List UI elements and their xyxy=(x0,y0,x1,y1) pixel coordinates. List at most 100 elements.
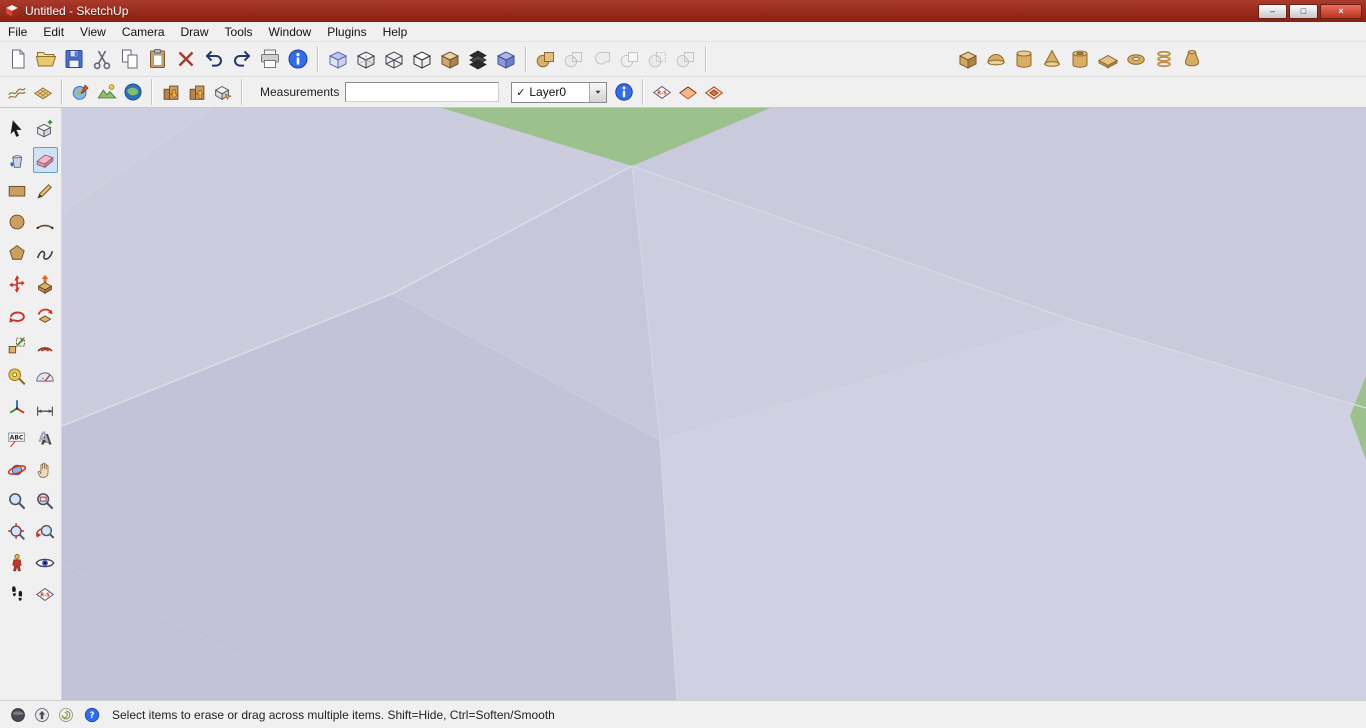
measurements-input[interactable] xyxy=(345,82,500,102)
add-location-icon[interactable] xyxy=(68,79,94,105)
layer-manager-icon[interactable] xyxy=(611,79,637,105)
menu-file[interactable]: File xyxy=(0,23,35,41)
undo-icon[interactable] xyxy=(200,45,228,73)
model-info-icon[interactable] xyxy=(284,45,312,73)
display-section-cuts-icon[interactable] xyxy=(701,79,727,105)
look-around-icon[interactable] xyxy=(33,550,59,576)
minimize-button[interactable]: – xyxy=(1258,3,1287,19)
pan-icon[interactable] xyxy=(33,457,59,483)
sandbox-from-contours-icon[interactable] xyxy=(4,79,30,105)
position-camera-icon[interactable] xyxy=(4,550,30,576)
make-component-icon[interactable] xyxy=(33,116,59,142)
shape-dome-icon[interactable] xyxy=(982,45,1010,73)
select-icon[interactable] xyxy=(4,116,30,142)
3d-text-icon[interactable]: AA xyxy=(33,426,59,452)
shape-tube-icon[interactable] xyxy=(1066,45,1094,73)
status-upload-icon[interactable] xyxy=(30,703,54,727)
trim-icon[interactable] xyxy=(644,45,672,73)
display-section-planes-icon[interactable] xyxy=(675,79,701,105)
circle-icon[interactable] xyxy=(4,209,30,235)
menu-tools[interactable]: Tools xyxy=(217,23,261,41)
section-plane-tool-icon[interactable]: R-S xyxy=(649,79,675,105)
union-icon[interactable] xyxy=(588,45,616,73)
orbit-icon[interactable] xyxy=(4,457,30,483)
model-viewport[interactable] xyxy=(62,108,1366,700)
back-edges-icon[interactable] xyxy=(352,45,380,73)
shaded-textures-icon[interactable] xyxy=(464,45,492,73)
paint-bucket-icon[interactable] xyxy=(4,147,30,173)
layer-dropdown[interactable]: ✓ Layer0 xyxy=(511,81,608,103)
sandbox-from-scratch-icon[interactable] xyxy=(30,79,56,105)
shape-pitcher-icon[interactable] xyxy=(1178,45,1206,73)
google-earth-icon[interactable] xyxy=(120,79,146,105)
shape-cylinder-icon[interactable] xyxy=(1010,45,1038,73)
shape-helix-icon[interactable] xyxy=(1150,45,1178,73)
walk-icon[interactable] xyxy=(4,581,30,607)
status-swirl-icon[interactable] xyxy=(54,703,78,727)
drawing-canvas[interactable] xyxy=(62,108,1366,700)
rotate-icon[interactable] xyxy=(4,302,30,328)
layer-dropdown-arrow-icon[interactable] xyxy=(589,82,607,102)
split-icon[interactable] xyxy=(672,45,700,73)
get-models-icon[interactable] xyxy=(158,79,184,105)
shape-prism-icon[interactable] xyxy=(1094,45,1122,73)
paste-icon[interactable] xyxy=(144,45,172,73)
redo-icon[interactable] xyxy=(228,45,256,73)
open-icon[interactable] xyxy=(32,45,60,73)
new-file-icon[interactable] xyxy=(4,45,32,73)
share-component-icon[interactable] xyxy=(210,79,236,105)
toggle-terrain-icon[interactable] xyxy=(94,79,120,105)
cut-icon[interactable] xyxy=(88,45,116,73)
menu-camera[interactable]: Camera xyxy=(114,23,173,41)
menu-plugins[interactable]: Plugins xyxy=(319,23,374,41)
dimension-icon[interactable] xyxy=(33,395,59,421)
layer-visibility-check[interactable]: ✓ xyxy=(512,86,529,99)
status-globe-icon[interactable] xyxy=(6,703,30,727)
rectangle-icon[interactable] xyxy=(4,178,30,204)
axes-icon[interactable] xyxy=(4,395,30,421)
title-bar[interactable]: Untitled - SketchUp – □ × xyxy=(0,0,1366,22)
zoom-extents-icon[interactable] xyxy=(4,519,30,545)
wireframe-icon[interactable] xyxy=(380,45,408,73)
menu-edit[interactable]: Edit xyxy=(35,23,72,41)
push-pull-icon[interactable] xyxy=(33,271,59,297)
xray-icon[interactable] xyxy=(324,45,352,73)
outer-shell-icon[interactable] xyxy=(532,45,560,73)
print-icon[interactable] xyxy=(256,45,284,73)
text-icon[interactable]: ABC xyxy=(4,426,30,452)
copy-icon[interactable] xyxy=(116,45,144,73)
close-button[interactable]: × xyxy=(1320,3,1362,19)
shape-torus-icon[interactable] xyxy=(1122,45,1150,73)
share-models-icon[interactable] xyxy=(184,79,210,105)
delete-icon[interactable] xyxy=(172,45,200,73)
follow-me-icon[interactable] xyxy=(33,302,59,328)
menu-window[interactable]: Window xyxy=(261,23,320,41)
maximize-button[interactable]: □ xyxy=(1289,3,1318,19)
menu-help[interactable]: Help xyxy=(375,23,416,41)
shape-cone-icon[interactable] xyxy=(1038,45,1066,73)
zoom-icon[interactable] xyxy=(4,488,30,514)
menu-view[interactable]: View xyxy=(72,23,114,41)
monochrome-icon[interactable] xyxy=(492,45,520,73)
freehand-icon[interactable] xyxy=(33,240,59,266)
shaded-icon[interactable] xyxy=(436,45,464,73)
save-icon[interactable] xyxy=(60,45,88,73)
eraser-icon[interactable] xyxy=(32,147,58,173)
section-plane-icon[interactable]: R-S xyxy=(33,581,59,607)
arc-icon[interactable] xyxy=(33,209,59,235)
offset-icon[interactable] xyxy=(33,333,59,359)
scale-icon[interactable] xyxy=(4,333,30,359)
intersect-icon[interactable] xyxy=(560,45,588,73)
zoom-window-icon[interactable] xyxy=(33,488,59,514)
subtract-icon[interactable] xyxy=(616,45,644,73)
previous-icon[interactable] xyxy=(33,519,59,545)
hidden-line-icon[interactable] xyxy=(408,45,436,73)
line-icon[interactable] xyxy=(33,178,59,204)
protractor-icon[interactable] xyxy=(33,364,59,390)
help-icon[interactable]: ? xyxy=(80,703,104,727)
polygon-icon[interactable] xyxy=(4,240,30,266)
move-icon[interactable] xyxy=(4,271,30,297)
menu-draw[interactable]: Draw xyxy=(173,23,217,41)
shape-box-icon[interactable] xyxy=(954,45,982,73)
tape-measure-icon[interactable] xyxy=(4,364,30,390)
